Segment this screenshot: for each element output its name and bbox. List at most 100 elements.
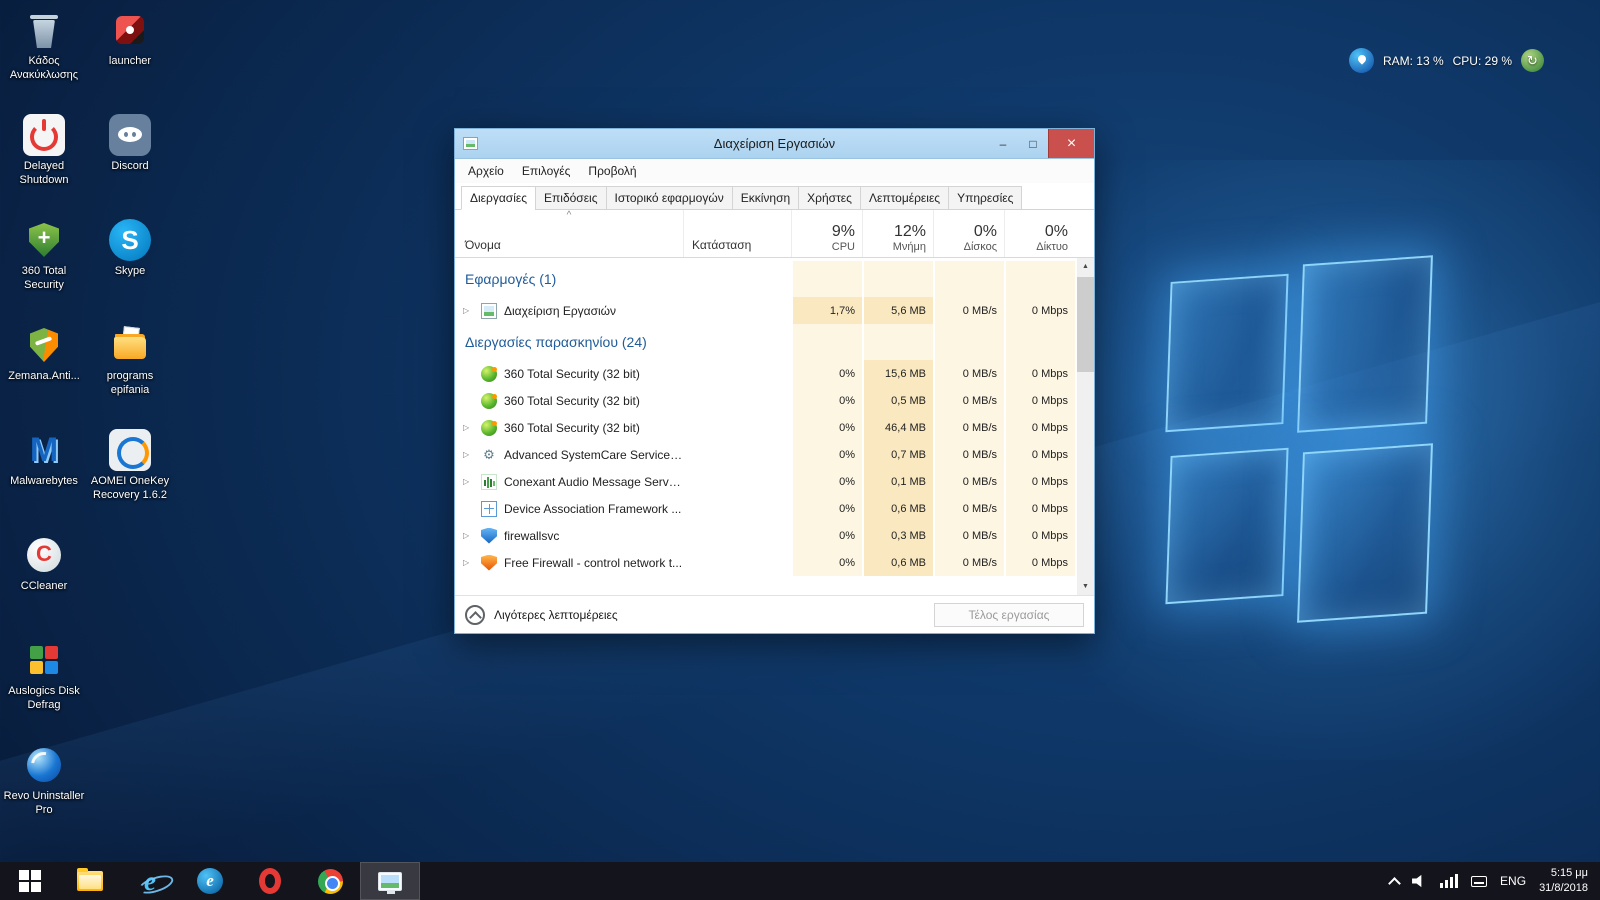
network-value: 0 Mbps	[1004, 297, 1075, 324]
desktop-icon-label: Delayed Shutdown	[2, 160, 86, 188]
desktop-icon-total-security[interactable]: 360 Total Security	[2, 216, 86, 321]
process-group-header[interactable]: Εφαρμογές (1)	[455, 261, 1094, 297]
volume-icon[interactable]	[1412, 874, 1427, 888]
task-manager-taskbar-button[interactable]	[360, 862, 420, 900]
scroll-track[interactable]	[1077, 275, 1094, 578]
scrollbar[interactable]: ▲ ▼	[1077, 258, 1094, 595]
expand-arrow-icon[interactable]: ▷	[463, 306, 481, 315]
programs-epifania-icon	[109, 324, 151, 366]
tab-services[interactable]: Υπηρεσίες	[948, 186, 1022, 210]
close-button[interactable]: ×	[1048, 129, 1094, 158]
process-row[interactable]: ▷firewallsvc0%0,3 MB0 MB/s0 Mbps	[455, 522, 1094, 549]
language-indicator[interactable]: ENG	[1500, 874, 1526, 888]
opera-button[interactable]	[240, 862, 300, 900]
column-header-network[interactable]: 0%Δίκτυο	[1004, 210, 1075, 257]
process-row[interactable]: 360 Total Security (32 bit)0%0,5 MB0 MB/…	[455, 387, 1094, 414]
memory-value: 0,1 MB	[862, 468, 933, 495]
process-row[interactable]: ▷Διαχείριση Εργασιών1,7%5,6 MB0 MB/s0 Mb…	[455, 297, 1094, 324]
process-row[interactable]: ▷Advanced SystemCare Service (...0%0,7 M…	[455, 441, 1094, 468]
column-header-name[interactable]: ^ Όνομα	[455, 210, 683, 257]
desktop-icon-label: Κάδος Ανακύκλωσης	[2, 55, 86, 83]
network-signal-icon[interactable]	[1440, 874, 1458, 888]
tab-users[interactable]: Χρήστες	[798, 186, 861, 210]
water-drop-icon[interactable]	[1349, 48, 1374, 73]
desktop-icon-discord[interactable]: Discord	[88, 111, 172, 216]
desktop-icon-revo[interactable]: Revo Uninstaller Pro	[2, 741, 86, 846]
cpu-value: 0%	[791, 360, 862, 387]
process-row[interactable]: ▷360 Total Security (32 bit)0%46,4 MB0 M…	[455, 414, 1094, 441]
cpu-value: 0%	[791, 522, 862, 549]
internet-explorer-tile-button[interactable]	[180, 862, 240, 900]
scroll-up-button[interactable]: ▲	[1077, 258, 1094, 275]
windows-logo-pane	[1165, 448, 1288, 605]
maximize-button[interactable]: □	[1018, 129, 1048, 158]
fewer-details-toggle[interactable]: Λιγότερες λεπτομέρειες	[465, 605, 618, 625]
desktop-icon-recycle-bin[interactable]: Κάδος Ανακύκλωσης	[2, 6, 86, 111]
process-group-header[interactable]: Διεργασίες παρασκηνίου (24)	[455, 324, 1094, 360]
column-header-cpu[interactable]: 9%CPU	[791, 210, 862, 257]
disk-column-label: Δίσκος	[964, 241, 997, 253]
show-hidden-icons-chevron[interactable]	[1388, 877, 1401, 890]
end-task-button[interactable]: Τέλος εργασίας	[934, 603, 1084, 627]
tab-performance[interactable]: Επιδόσεις	[535, 186, 607, 210]
desktop-icon-ccleaner[interactable]: CCleaner	[2, 531, 86, 636]
process-row[interactable]: 360 Total Security (32 bit)0%15,6 MB0 MB…	[455, 360, 1094, 387]
memory-total-pct: 12%	[894, 223, 926, 241]
desktop-icon-label: Malwarebytes	[10, 475, 78, 489]
process-list: Εφαρμογές (1)▷Διαχείριση Εργασιών1,7%5,6…	[455, 261, 1094, 576]
expand-arrow-icon[interactable]: ▷	[463, 558, 481, 567]
touch-keyboard-icon[interactable]	[1471, 876, 1487, 887]
scroll-thumb[interactable]	[1077, 277, 1094, 372]
desktop-icon-skype[interactable]: Skype	[88, 216, 172, 321]
menu-item-options[interactable]: Επιλογές	[513, 160, 580, 182]
clock[interactable]: 5:15 μμ 31/8/2018	[1539, 866, 1588, 896]
internet-explorer-button[interactable]	[120, 862, 180, 900]
tab-processes[interactable]: Διεργασίες	[461, 186, 536, 210]
tab-startup[interactable]: Εκκίνηση	[732, 186, 799, 210]
menu-item-file[interactable]: Αρχείο	[459, 160, 513, 182]
audio-icon	[481, 474, 497, 490]
tab-strip: ΔιεργασίεςΕπιδόσειςΙστορικό εφαρμογώνΕκκ…	[455, 183, 1094, 210]
cpu-value: 0%	[791, 549, 862, 576]
process-name: Advanced SystemCare Service (...	[504, 448, 683, 462]
opera-icon	[259, 868, 281, 894]
desktop-icon-zemana[interactable]: Zemana.Anti...	[2, 321, 86, 426]
taskmgr-icon	[481, 303, 497, 319]
network-value: 0 Mbps	[1004, 495, 1075, 522]
desktop-icon-malwarebytes[interactable]: Malwarebytes	[2, 426, 86, 531]
start-button[interactable]	[0, 862, 60, 900]
process-row[interactable]: ▷Conexant Audio Message Service0%0,1 MB0…	[455, 468, 1094, 495]
desktop-icon-label: Revo Uninstaller Pro	[2, 790, 86, 818]
name-column-label: Όνομα	[465, 238, 501, 252]
column-header-disk[interactable]: 0%Δίσκος	[933, 210, 1004, 257]
expand-arrow-icon[interactable]: ▷	[463, 423, 481, 432]
title-bar[interactable]: Διαχείριση Εργασιών – □ ×	[455, 129, 1094, 159]
column-header-memory[interactable]: 12%Μνήμη	[862, 210, 933, 257]
disk-value: 0 MB/s	[933, 414, 1004, 441]
task-manager-window: Διαχείριση Εργασιών – □ × ΑρχείοΕπιλογές…	[454, 128, 1095, 634]
minimize-button[interactable]: –	[988, 129, 1018, 158]
expand-arrow-icon[interactable]: ▷	[463, 477, 481, 486]
tab-details[interactable]: Λεπτομέρειες	[860, 186, 949, 210]
tab-app-history[interactable]: Ιστορικό εφαρμογών	[606, 186, 733, 210]
column-header-status[interactable]: Κατάσταση	[683, 210, 791, 257]
process-row[interactable]: ▷Free Firewall - control network t...0%0…	[455, 549, 1094, 576]
scroll-down-button[interactable]: ▼	[1077, 578, 1094, 595]
desktop-icon-delayed-shutdown[interactable]: Delayed Shutdown	[2, 111, 86, 216]
cpu-value: 0%	[791, 441, 862, 468]
chrome-button[interactable]	[300, 862, 360, 900]
disk-value: 0 MB/s	[933, 360, 1004, 387]
desktop-icon-launcher[interactable]: launcher	[88, 6, 172, 111]
time-text: 5:15 μμ	[1551, 866, 1588, 881]
process-row[interactable]: Device Association Framework ...0%0,6 MB…	[455, 495, 1094, 522]
file-explorer-button[interactable]	[60, 862, 120, 900]
process-name: Διαχείριση Εργασιών	[504, 304, 616, 318]
speedup-ball-icon[interactable]: ↻	[1521, 49, 1544, 72]
menu-item-view[interactable]: Προβολή	[579, 160, 645, 182]
desktop-icon-auslogics[interactable]: Auslogics Disk Defrag	[2, 636, 86, 741]
desktop-icon-aomei[interactable]: AOMEI OneKey Recovery 1.6.2	[88, 426, 172, 531]
process-name: Free Firewall - control network t...	[504, 556, 682, 570]
expand-arrow-icon[interactable]: ▷	[463, 450, 481, 459]
expand-arrow-icon[interactable]: ▷	[463, 531, 481, 540]
desktop-icon-programs-epifania[interactable]: programs epifania	[88, 321, 172, 426]
